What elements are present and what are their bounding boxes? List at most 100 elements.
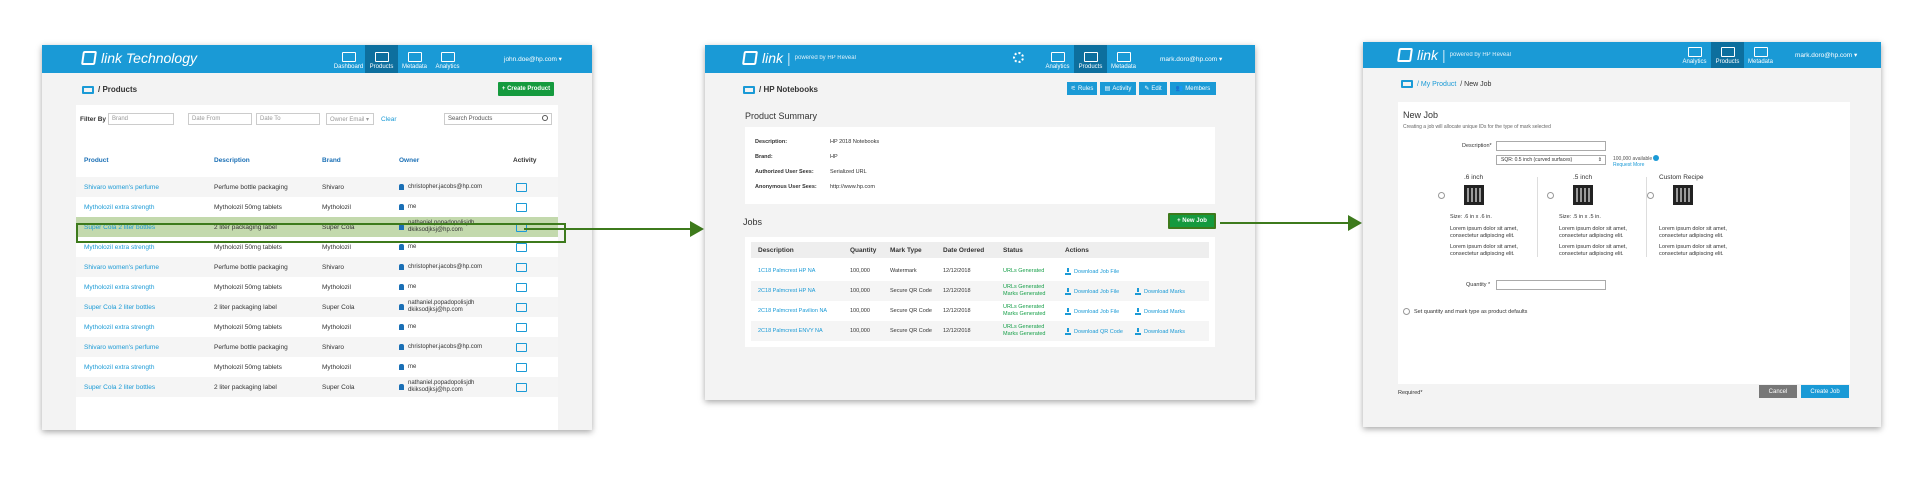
nav-dashboard[interactable]: Dashboard [332,45,365,73]
nav-analytics[interactable]: Analytics [1678,42,1711,68]
user-menu[interactable]: mark.doro@hp.com ▾ [1795,51,1857,59]
nav-products[interactable]: Products [1074,45,1107,73]
table-row[interactable]: Super Cola 2 liter bottles 2 liter packa… [76,217,558,237]
job-link[interactable]: 1C18 Palmcrest HP NA [758,268,815,274]
link-logo-icon [742,51,758,65]
product-link[interactable]: Mytholozil extra strength [84,204,154,211]
table-row[interactable]: Shivaro women's perfume Perfume bottle p… [76,177,558,197]
download-job-file-link[interactable]: Download Job File [1065,287,1119,295]
product-link[interactable]: Mytholozil extra strength [84,324,154,331]
rules-button[interactable]: ⚟ Rules [1067,82,1097,95]
download-job-file-link[interactable]: Download Job File [1065,307,1119,315]
cancel-button[interactable]: Cancel [1759,385,1797,398]
mark-type-select[interactable]: SQR: 0.5 inch (curved surfaces) ⇕ [1496,155,1606,165]
defaults-checkbox[interactable] [1403,308,1410,315]
product-link[interactable]: Super Cola 2 liter bottles [84,384,155,391]
brand-filter[interactable]: Brand [108,113,174,125]
description-input[interactable] [1496,141,1606,151]
activity-icon[interactable] [516,282,527,292]
breadcrumb: / HP Notebooks [743,85,818,94]
date-from-filter[interactable]: Date From [188,113,252,125]
owner-email-select[interactable]: Owner Email ▾ [326,113,374,125]
product-link[interactable]: Shivaro women's perfume [84,344,159,351]
col-description[interactable]: Description [214,157,250,164]
job-link[interactable]: 2C18 Palmcrest Pavilion NA [758,308,827,314]
activity-icon[interactable] [516,182,527,192]
product-link[interactable]: Super Cola 2 liter bottles [84,304,155,311]
activity-icon[interactable] [516,362,527,372]
settings-gear-icon[interactable] [1013,52,1024,63]
nav-metadata[interactable]: Metadata [1744,42,1777,68]
nav-products[interactable]: Products [1711,42,1744,68]
col-owner[interactable]: Owner [399,157,419,164]
mark-option-radio[interactable] [1438,192,1445,199]
user-menu[interactable]: mark.doro@hp.com ▾ [1160,55,1222,63]
nav-products[interactable]: Products [365,45,398,73]
product-link[interactable]: Super Cola 2 liter bottles [84,224,155,231]
date-to-filter[interactable]: Date To [256,113,320,125]
create-job-button[interactable]: Create Job [1801,385,1849,398]
table-row[interactable]: Mytholozil extra strength Mytholozil 50m… [76,317,558,337]
product-link[interactable]: Mytholozil extra strength [84,244,154,251]
download-marks-link[interactable]: Download Marks [1135,287,1185,295]
download-marks-link[interactable]: Download Marks [1135,307,1185,315]
clear-filters-link[interactable]: Clear [381,116,397,123]
table-row[interactable]: Mytholozil extra strength Mytholozil 50m… [76,197,558,217]
product-tabs: ⚟ Rules ▤ Activity ✎ Edit 👥 Members [1067,82,1221,95]
table-row[interactable]: Mytholozil extra strength Mytholozil 50m… [76,357,558,377]
activity-icon[interactable] [516,222,527,232]
product-link[interactable]: Mytholozil extra strength [84,364,154,371]
option-divider [1537,177,1538,257]
activity-icon[interactable] [516,202,527,212]
user-menu[interactable]: john.doe@hp.com ▾ [504,55,562,63]
members-button[interactable]: 👥 Members [1170,82,1216,95]
table-row[interactable]: Shivaro women's perfume Perfume bottle p… [76,257,558,277]
activity-icon[interactable] [516,342,527,352]
nav-analytics[interactable]: Analytics [1041,45,1074,73]
col-date-ordered: Date Ordered [943,247,985,254]
activity-icon[interactable] [516,322,527,332]
download-job-file-link[interactable]: Download QR Code [1065,327,1123,335]
new-job-screen: link | powered by HP Reveal Analytics Prod… [1363,42,1881,427]
info-icon[interactable] [1653,155,1659,161]
table-row[interactable]: Super Cola 2 liter bottles 2 liter packa… [76,297,558,317]
search-icon[interactable] [542,115,548,121]
quantity-input[interactable] [1496,280,1606,290]
mark-option-radio[interactable] [1547,192,1554,199]
table-row[interactable]: Mytholozil extra strength Mytholozil 50m… [76,277,558,297]
job-link[interactable]: 2C18 Palmcrest HP NA [758,288,815,294]
activity-icon[interactable] [516,262,527,272]
person-icon [399,184,404,190]
product-brand: Mytholozil [322,363,351,371]
top-bar: link | powered by HP Reveal Analytics Prod… [1363,42,1881,68]
col-product[interactable]: Product [84,157,109,164]
new-job-button[interactable]: + New Job [1168,213,1216,229]
search-products-input[interactable]: Search Products [444,113,552,125]
nav-metadata[interactable]: Metadata [1107,45,1140,73]
edit-button[interactable]: ✎ Edit [1139,82,1167,95]
activity-icon[interactable] [516,242,527,252]
product-link[interactable]: Mytholozil extra strength [84,284,154,291]
app-logo[interactable]: link Technology [81,50,197,66]
request-more-link[interactable]: Request More [1613,162,1644,168]
create-product-button[interactable]: + Create Product [498,82,554,96]
table-row[interactable]: Super Cola 2 liter bottles 2 liter packa… [76,377,558,397]
app-logo[interactable]: link | powered by HP Reveal [742,50,856,66]
my-product-link[interactable]: / My Product [1417,81,1456,88]
product-link[interactable]: Shivaro women's perfume [84,184,159,191]
download-marks-link[interactable]: Download Marks [1135,327,1185,335]
table-row[interactable]: Shivaro women's perfume Perfume bottle p… [76,337,558,357]
nav-metadata[interactable]: Metadata [398,45,431,73]
product-brand: Super Cola [322,223,355,231]
activity-icon[interactable] [516,302,527,312]
activity-icon[interactable] [516,382,527,392]
activity-button[interactable]: ▤ Activity [1100,82,1136,95]
download-job-file-link[interactable]: Download Job File [1065,267,1119,275]
nav-analytics[interactable]: Analytics [431,45,464,73]
col-brand[interactable]: Brand [322,157,341,164]
job-link[interactable]: 2C18 Palmcrest ENVY NA [758,328,823,334]
table-row[interactable]: Mytholozil extra strength Mytholozil 50m… [76,237,558,257]
app-logo[interactable]: link | powered by HP Reveal [1397,47,1511,63]
product-link[interactable]: Shivaro women's perfume [84,264,159,271]
mark-option-radio[interactable] [1647,192,1654,199]
